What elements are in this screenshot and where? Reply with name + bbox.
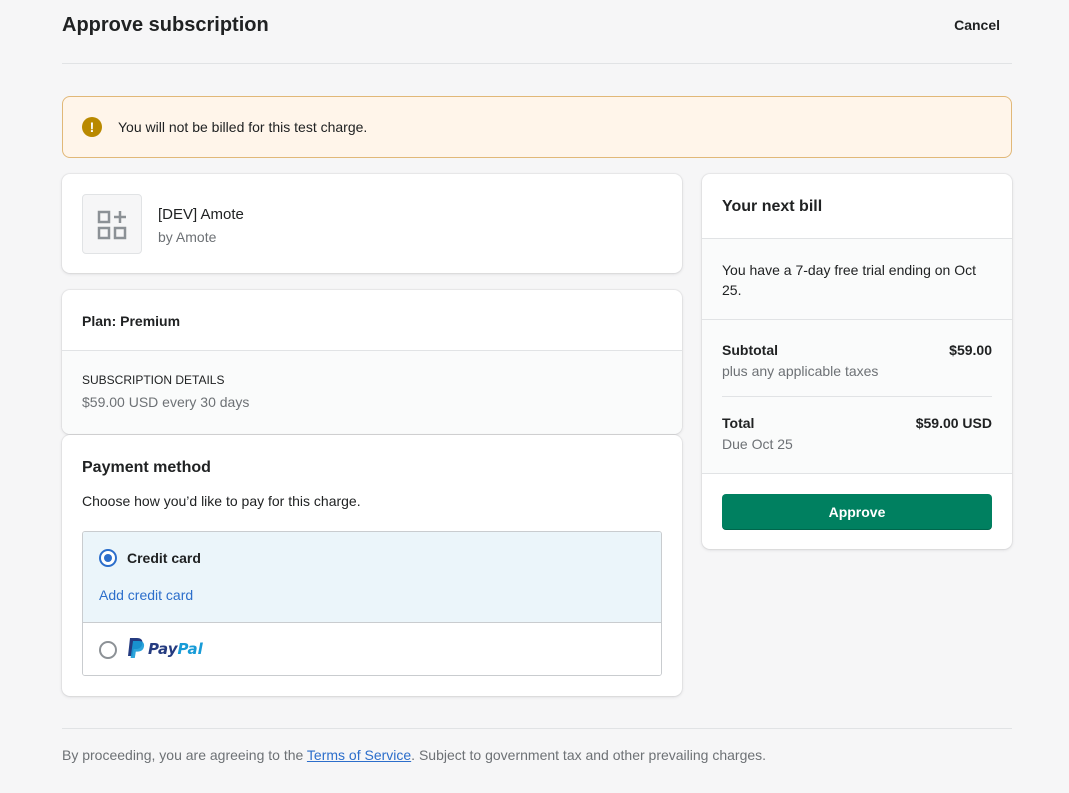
banner-text: You will not be billed for this test cha… [118,119,368,135]
subtotal-note: plus any applicable taxes [722,363,879,379]
add-credit-card-link[interactable]: Add credit card [99,587,193,603]
total-value: $59.00 USD [915,415,992,431]
bill-totals: Subtotal $59.00 plus any applicable taxe… [702,320,1012,474]
page-title: Approve subscription [62,14,269,36]
credit-card-radio[interactable] [99,549,117,567]
footer-text-after: . Subject to government tax and other pr… [411,747,767,763]
plan-card: Plan: Premium SUBSCRIPTION DETAILS $59.0… [62,290,682,434]
apps-icon [82,194,142,254]
app-developer: by Amote [158,229,217,245]
paypal-radio[interactable] [99,641,117,659]
footer-text: By proceeding, you are agreeing to the T… [62,747,766,763]
approve-subscription-page: Approve subscription Cancel ! You will n… [0,0,1069,793]
payment-method-title: Payment method [82,459,211,476]
subscription-details: SUBSCRIPTION DETAILS $59.00 USD every 30… [62,351,682,434]
subtotal-label: Subtotal [722,342,778,358]
app-name: [DEV] Amote [158,206,244,223]
payment-options: Credit card Add credit card PayPal [82,531,662,676]
paypal-wordmark: PayPal [148,640,203,658]
terms-of-service-link[interactable]: Terms of Service [307,747,411,763]
approve-button[interactable]: Approve [722,494,992,530]
payment-option-credit-card[interactable]: Credit card Add credit card [83,532,661,623]
credit-card-label[interactable]: Credit card [127,550,201,566]
payment-method-card: Payment method Choose how you’d like to … [62,435,682,696]
payment-option-paypal[interactable]: PayPal [83,623,661,675]
paypal-wordmark-pay: Pay [148,640,178,658]
subscription-price: $59.00 USD every 30 days [82,394,250,410]
plan-label: Plan: Premium [82,313,181,329]
subtotal-value: $59.00 [949,342,992,358]
paypal-icon [128,638,145,658]
test-charge-banner: ! You will not be billed for this test c… [62,96,1012,158]
alert-circle-icon: ! [82,117,102,137]
footer-divider [62,728,1012,729]
next-bill-title: Your next bill [722,198,823,215]
app-card: [DEV] Amote by Amote [62,174,682,273]
next-bill-card: Your next bill You have a 7-day free tri… [702,174,1012,549]
subscription-details-heading: SUBSCRIPTION DETAILS [82,373,225,387]
cancel-button[interactable]: Cancel [954,17,1000,33]
next-bill-header: Your next bill [702,174,1012,239]
total-due-date: Due Oct 25 [722,436,793,452]
plan-header: Plan: Premium [62,290,682,351]
totals-divider [722,396,992,397]
footer-text-before: By proceeding, you are agreeing to the [62,747,307,763]
page-header: Approve subscription Cancel [62,0,1012,64]
payment-method-description: Choose how you’d like to pay for this ch… [82,493,361,509]
trial-notice: You have a 7-day free trial ending on Oc… [702,239,1012,320]
trial-text: You have a 7-day free trial ending on Oc… [722,262,976,298]
total-label: Total [722,415,755,431]
paypal-wordmark-pal: Pal [177,640,203,658]
